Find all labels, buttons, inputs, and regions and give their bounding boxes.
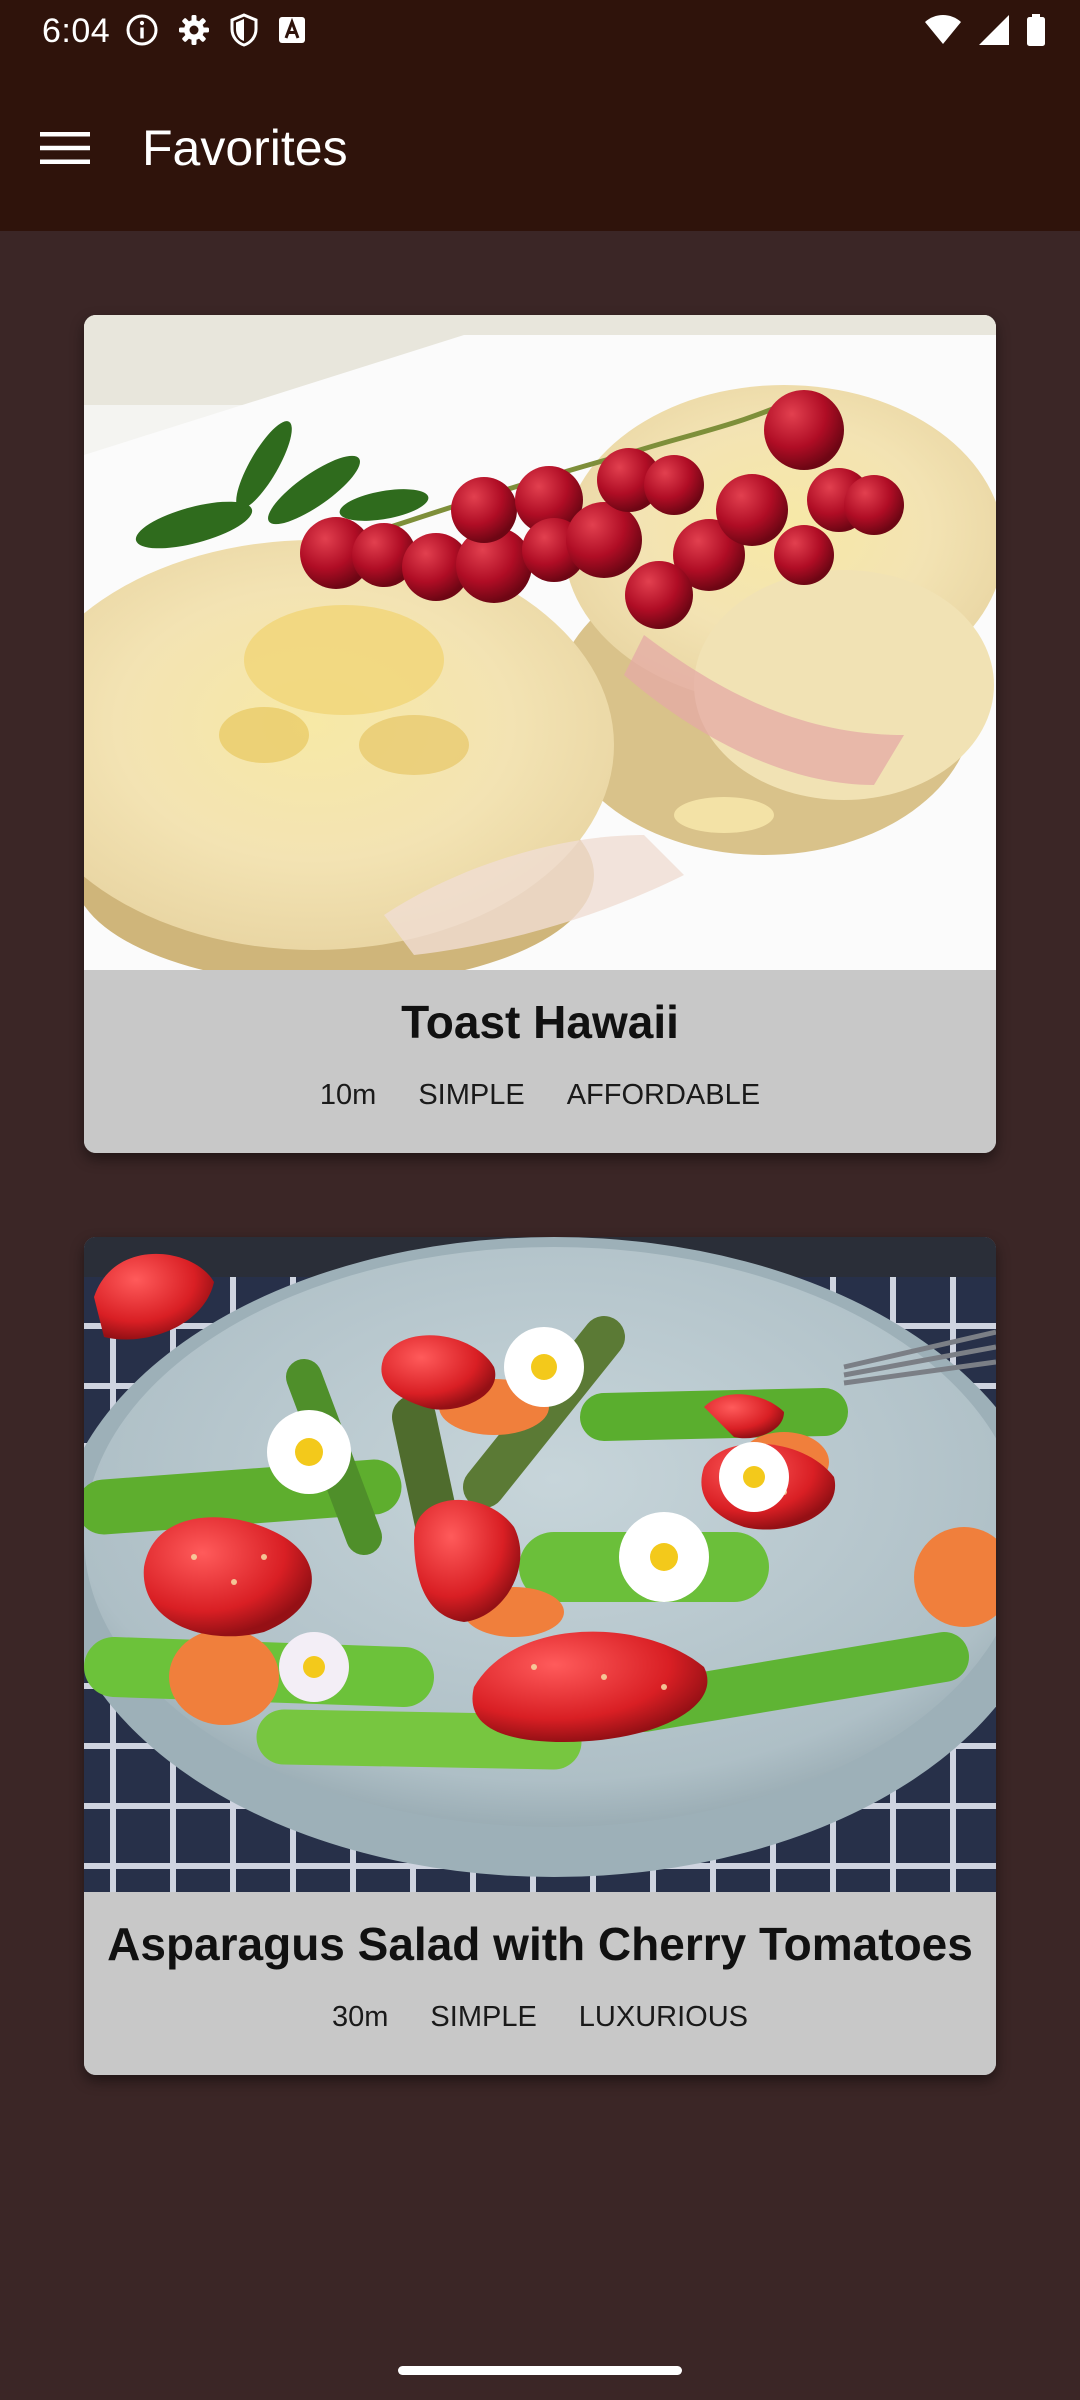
meal-meta: 10m SIMPLE AFFORDABLE xyxy=(84,1077,996,1113)
wifi-icon xyxy=(924,14,962,51)
status-icons-left xyxy=(125,12,307,52)
info-icon xyxy=(125,13,159,52)
app-bar: Favorites xyxy=(0,62,1080,231)
meal-complexity: SIMPLE xyxy=(430,2001,537,2033)
text-a-icon xyxy=(277,15,307,50)
meal-card[interactable]: Toast Hawaii 10m SIMPLE AFFORDABLE xyxy=(84,315,996,1153)
status-icons-right xyxy=(924,12,1046,52)
meal-affordability: AFFORDABLE xyxy=(566,1079,761,1111)
meal-info: Asparagus Salad with Cherry Tomatoes 30m… xyxy=(84,1892,996,2075)
meal-duration: 30m xyxy=(332,2001,389,2033)
meal-duration: 10m xyxy=(319,1079,377,1111)
meal-title: Asparagus Salad with Cherry Tomatoes xyxy=(107,1918,973,1970)
meal-affordability: LUXURIOUS xyxy=(578,2001,748,2033)
meal-image xyxy=(84,1237,996,1892)
status-bar: 6:04 xyxy=(0,0,1080,62)
meal-title: Toast Hawaii xyxy=(401,996,679,1048)
app-title: Favorites xyxy=(142,120,348,176)
meal-complexity: SIMPLE xyxy=(418,1079,525,1111)
meal-card[interactable]: Asparagus Salad with Cherry Tomatoes 30m… xyxy=(84,1237,996,2075)
home-gesture-bar[interactable] xyxy=(398,2366,682,2375)
signal-icon xyxy=(978,14,1010,51)
shield-icon xyxy=(229,12,259,52)
status-time: 6:04 xyxy=(42,12,111,50)
menu-button[interactable] xyxy=(30,115,100,185)
settings-icon xyxy=(177,13,211,52)
hamburger-menu-icon xyxy=(40,130,90,171)
meal-meta: 30m SIMPLE LUXURIOUS xyxy=(84,1999,996,2035)
meal-image xyxy=(84,315,996,970)
battery-icon xyxy=(1026,13,1046,52)
meal-info: Toast Hawaii 10m SIMPLE AFFORDABLE xyxy=(84,970,996,1153)
